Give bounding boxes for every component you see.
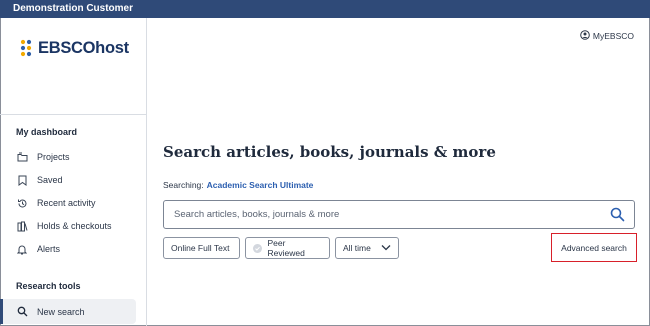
sidebar-item-holds-checkouts[interactable]: Holds & checkouts [16, 217, 136, 235]
check-circle-icon [253, 243, 262, 253]
customer-banner: Demonstration Customer [0, 0, 650, 18]
logo-text: EBSCOhost [38, 38, 129, 57]
advanced-search-button[interactable]: Advanced search [551, 233, 637, 262]
sidebar-item-label: Alerts [37, 244, 61, 254]
sidebar-item-label: Recent activity [37, 198, 96, 208]
time-range-dropdown[interactable]: All time [335, 237, 399, 259]
bell-icon [16, 243, 28, 255]
my-dashboard-heading: My dashboard [16, 127, 78, 137]
searching-label: Searching: [163, 180, 204, 190]
sidebar-item-new-search[interactable]: New search [0, 299, 136, 324]
ebsco-logo-icon [20, 39, 32, 57]
folder-icon [16, 151, 28, 163]
filter-label: All time [343, 243, 371, 253]
search-icon [16, 306, 28, 318]
search-icon[interactable] [610, 207, 625, 225]
research-tools-heading: Research tools [16, 281, 81, 291]
sidebar-item-label: Saved [37, 175, 63, 185]
filter-label: Online Full Text [171, 243, 230, 253]
myebsco-account-button[interactable]: MyEBSCO [580, 30, 634, 42]
sidebar-item-label: Holds & checkouts [37, 221, 112, 231]
filter-label: Peer Reviewed [267, 238, 305, 258]
myebsco-label: MyEBSCO [592, 31, 634, 41]
search-input[interactable]: Search articles, books, journals & more [163, 200, 635, 229]
online-full-text-filter[interactable]: Online Full Text [163, 237, 240, 259]
sidebar-item-projects[interactable]: Projects [16, 148, 136, 166]
ebscohost-logo[interactable]: EBSCOhost [19, 38, 129, 58]
advanced-search-label: Advanced search [561, 242, 627, 253]
page-headline: Search articles, books, journals & more [163, 143, 496, 161]
sidebar-item-label: Projects [37, 152, 70, 162]
history-icon [16, 197, 28, 209]
sidebar-item-recent-activity[interactable]: Recent activity [16, 194, 136, 212]
user-circle-icon [580, 30, 590, 42]
sidebar: EBSCOhost My dashboard Projects Saved Re… [0, 18, 147, 326]
search-placeholder: Search articles, books, journals & more [174, 209, 340, 220]
database-link[interactable]: Academic Search Ultimate [207, 180, 314, 190]
sidebar-divider [0, 114, 146, 115]
searching-line: Searching: Academic Search Ultimate [163, 180, 313, 190]
sidebar-item-label: New search [37, 306, 85, 317]
sidebar-item-saved[interactable]: Saved [16, 171, 136, 189]
books-icon [16, 220, 28, 232]
sidebar-item-alerts[interactable]: Alerts [16, 240, 136, 258]
chevron-down-icon [381, 243, 391, 253]
bookmark-icon [16, 174, 28, 186]
peer-reviewed-filter[interactable]: Peer Reviewed [245, 237, 330, 259]
